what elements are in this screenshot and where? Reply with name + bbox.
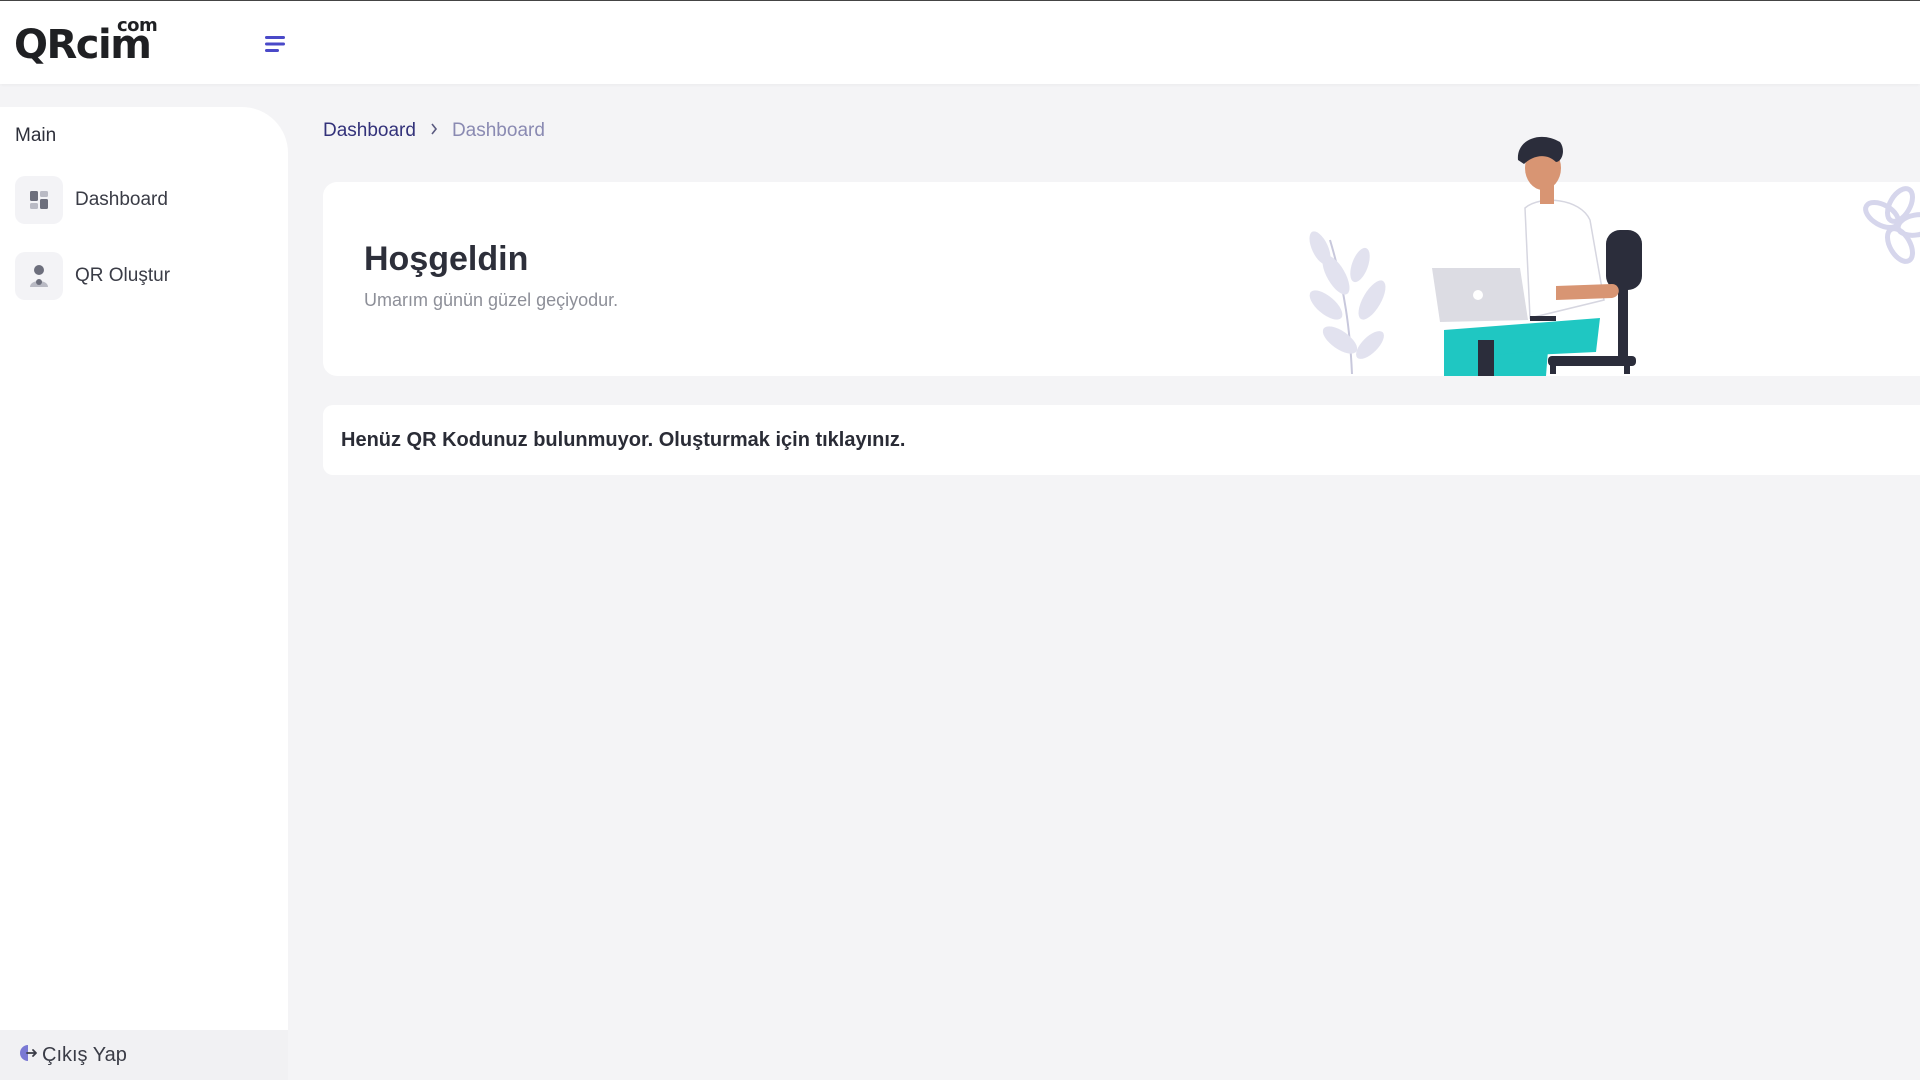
logout-button[interactable]: Çıkış Yap [0, 1030, 288, 1080]
plant-illustration [1309, 231, 1386, 375]
decorative-flower-icon [1863, 186, 1920, 264]
person-at-laptop-illustration [1309, 136, 1920, 376]
no-qr-notice[interactable]: Henüz QR Kodunuz bulunmuyor. Oluşturmak … [323, 405, 1920, 475]
logout-label: Çıkış Yap [42, 1043, 127, 1066]
no-qr-notice-text: Henüz QR Kodunuz bulunmuyor. Oluşturmak … [341, 428, 906, 451]
pants-illustration [1444, 318, 1600, 376]
logout-icon [18, 1043, 38, 1068]
